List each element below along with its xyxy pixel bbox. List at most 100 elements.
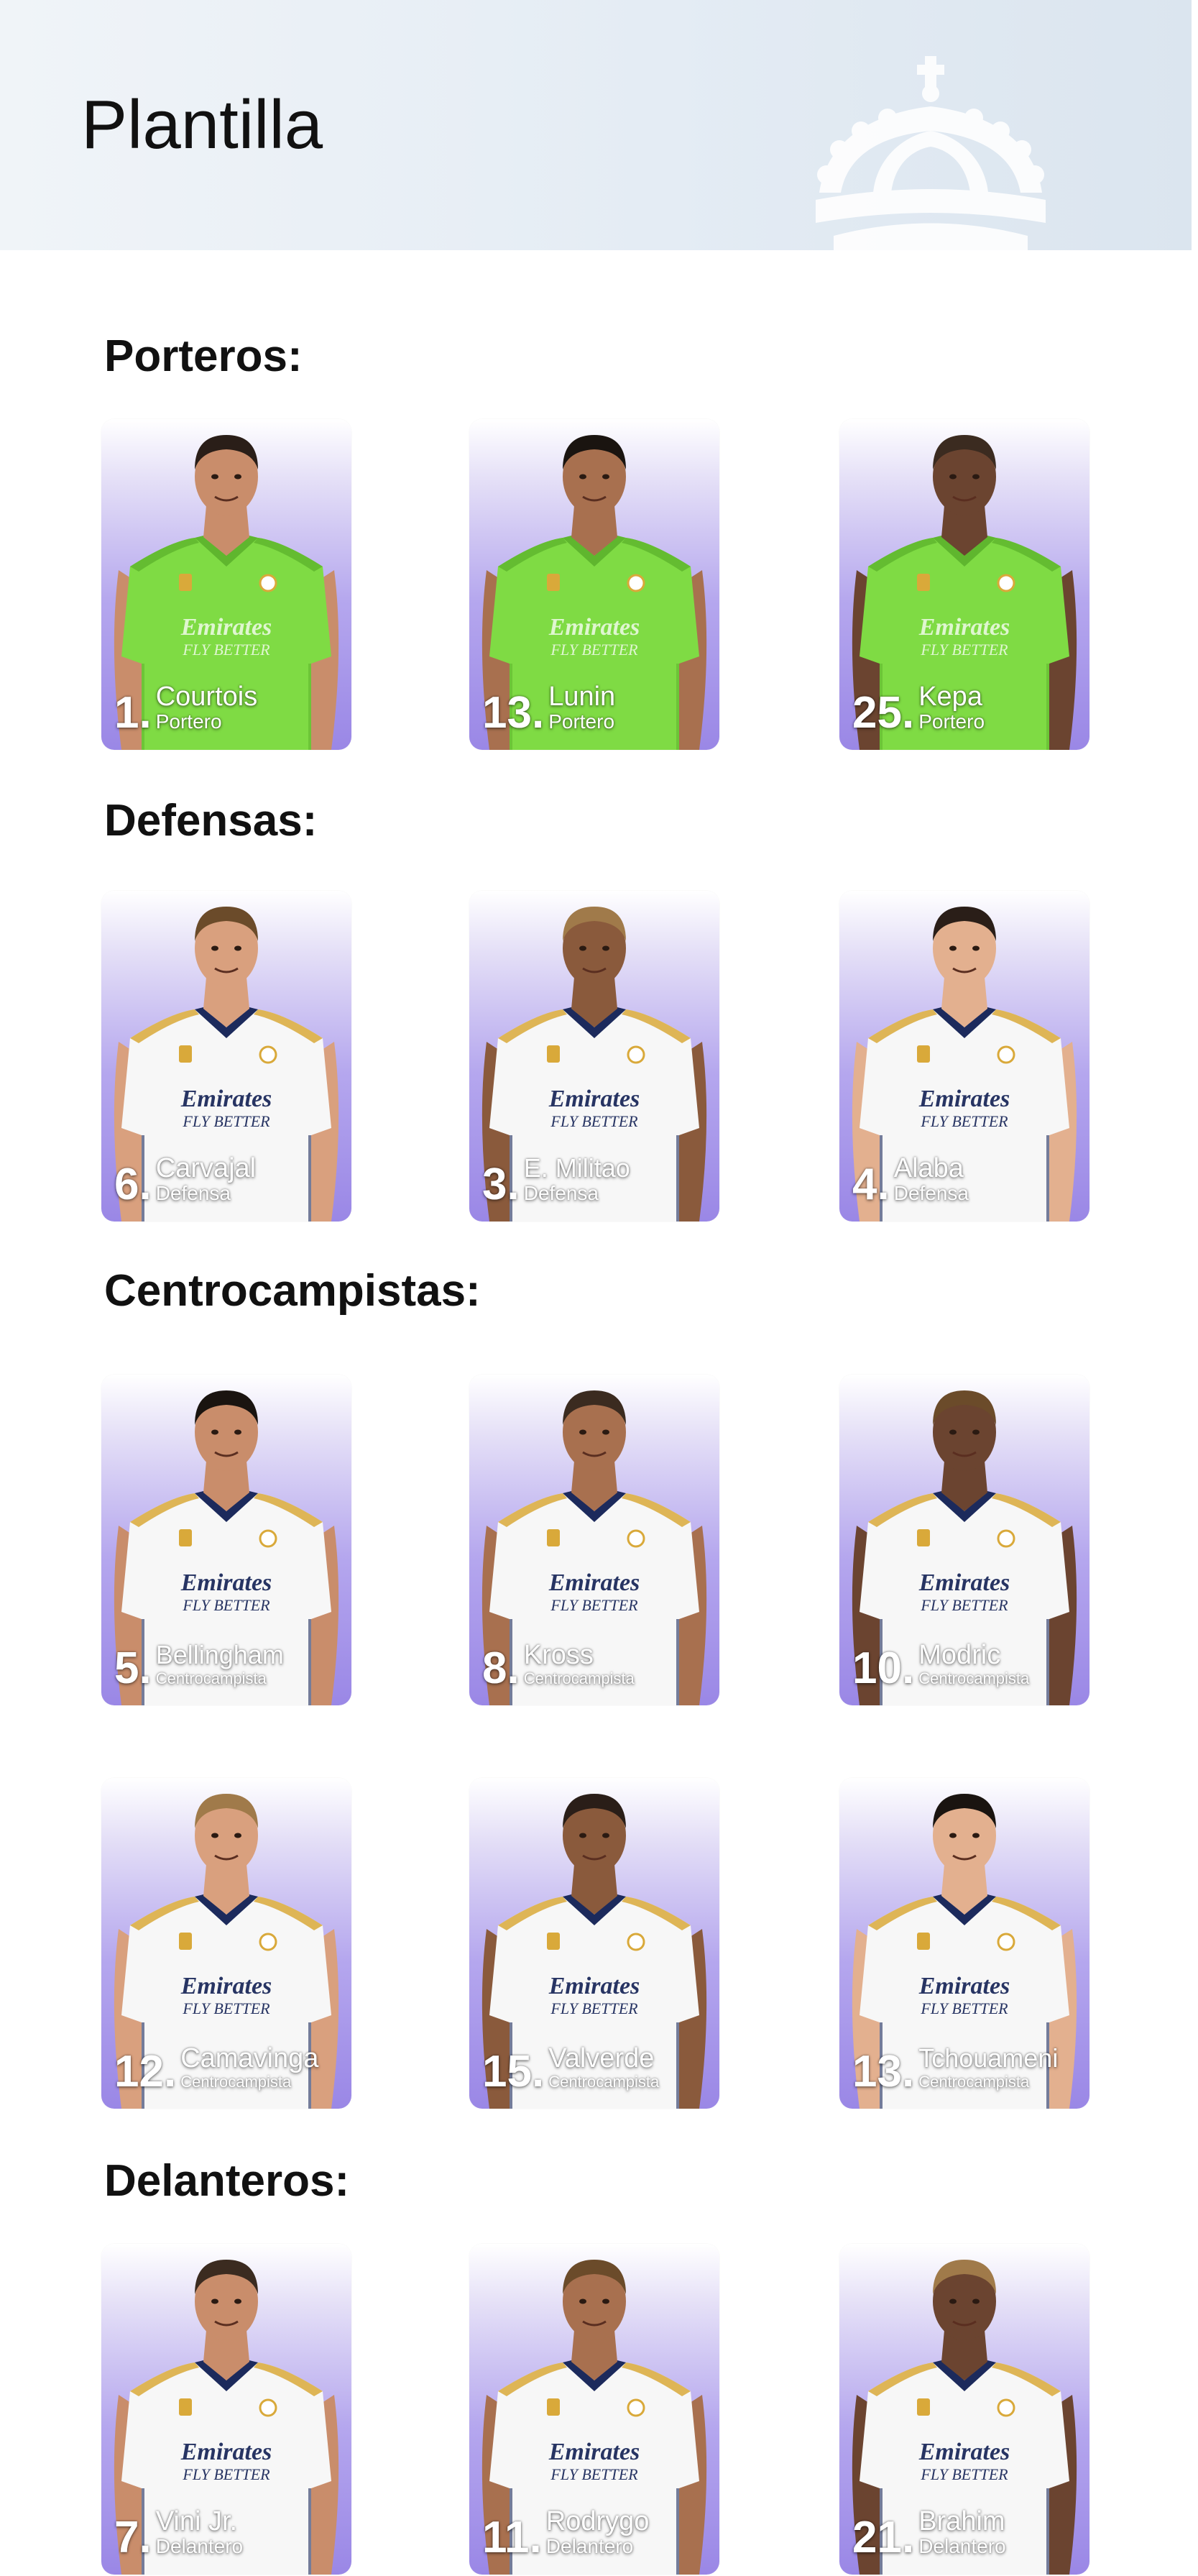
player-number: 25. xyxy=(852,688,915,738)
player-position: Centrocampista xyxy=(918,1669,1030,1687)
player-position: Delantero xyxy=(545,2535,634,2557)
player-number: 5. xyxy=(114,1644,152,1693)
player-position: Portero xyxy=(155,710,222,733)
player-caption: 1. Courtois Portero xyxy=(114,682,257,735)
player-name: Brahim xyxy=(918,2506,1005,2536)
player-card[interactable]: Emirates FLY BETTER 12. Camavinga Centro… xyxy=(101,1778,351,2109)
player-caption: 7. Vini Jr. Delantero xyxy=(114,2507,243,2560)
svg-text:FLY BETTER: FLY BETTER xyxy=(920,1112,1008,1130)
player-name-block: Courtois Portero xyxy=(156,682,258,735)
section-title: Centrocampistas: xyxy=(104,1266,481,1316)
player-name-block: Camavinga Centrocampista xyxy=(180,2044,318,2094)
header-banner: Plantilla xyxy=(0,0,1192,250)
svg-text:Emirates: Emirates xyxy=(548,1569,640,1596)
svg-text:Emirates: Emirates xyxy=(918,1973,1010,1999)
player-position: Defensa xyxy=(523,1182,599,1204)
player-number: 7. xyxy=(114,2513,152,2562)
player-number: 15. xyxy=(482,2047,545,2096)
svg-text:FLY BETTER: FLY BETTER xyxy=(920,1999,1008,2017)
player-name: Lunin xyxy=(548,682,616,712)
player-name: Rodrygo xyxy=(545,2506,650,2536)
player-position: Centrocampista xyxy=(155,1669,267,1687)
player-position: Delantero xyxy=(918,2535,1006,2557)
player-name-block: Kross Centrocampista xyxy=(524,1641,635,1691)
svg-text:Emirates: Emirates xyxy=(548,1973,640,1999)
real-madrid-crest-icon xyxy=(816,56,1046,250)
player-card[interactable]: Emirates FLY BETTER 1. Courtois Portero xyxy=(101,419,351,750)
player-name-block: Lunin Portero xyxy=(548,682,615,735)
player-card[interactable]: Emirates FLY BETTER 4. Alaba Defensa xyxy=(839,891,1089,1221)
svg-text:Emirates: Emirates xyxy=(918,1569,1010,1596)
player-name: Vini Jr. xyxy=(155,2506,238,2536)
svg-text:Emirates: Emirates xyxy=(180,2439,272,2465)
svg-text:FLY BETTER: FLY BETTER xyxy=(182,2465,270,2483)
player-caption: 6. Carvajal Defensa xyxy=(114,1154,256,1207)
player-card[interactable]: Emirates FLY BETTER 11. Rodrygo Delanter… xyxy=(469,2244,719,2575)
svg-text:FLY BETTER: FLY BETTER xyxy=(550,2465,638,2483)
player-caption: 4. Alaba Defensa xyxy=(852,1154,969,1207)
player-caption: 5. Bellingham Centrocampista xyxy=(114,1641,284,1691)
player-position: Portero xyxy=(918,710,985,733)
player-position: Centrocampista xyxy=(918,2073,1030,2091)
player-card[interactable]: Emirates FLY BETTER 6. Carvajal Defensa xyxy=(101,891,351,1221)
player-card[interactable]: Emirates FLY BETTER 13. Lunin Portero xyxy=(469,419,719,750)
svg-text:Emirates: Emirates xyxy=(180,1086,272,1112)
svg-text:FLY BETTER: FLY BETTER xyxy=(920,2465,1008,2483)
player-name: Tchouameni xyxy=(918,2043,1059,2073)
player-position: Centrocampista xyxy=(180,2073,292,2091)
player-name-block: Brahim Delantero xyxy=(918,2507,1005,2560)
player-position: Centrocampista xyxy=(548,2073,660,2091)
player-number: 4. xyxy=(852,1160,890,1209)
player-number: 11. xyxy=(482,2513,542,2562)
section-title: Delanteros: xyxy=(104,2156,350,2206)
player-name: Carvajal xyxy=(155,1153,257,1183)
player-card[interactable]: Emirates FLY BETTER 21. Brahim Delantero xyxy=(839,2244,1089,2575)
player-position: Centrocampista xyxy=(523,1669,635,1687)
player-caption: 12. Camavinga Centrocampista xyxy=(114,2044,318,2094)
player-name: Bellingham xyxy=(155,1640,284,1669)
player-name: E. Militao xyxy=(523,1153,630,1183)
player-name-block: Bellingham Centrocampista xyxy=(156,1641,284,1691)
svg-text:FLY BETTER: FLY BETTER xyxy=(182,1999,270,2017)
player-card[interactable]: Emirates FLY BETTER 10. Modric Centrocam… xyxy=(839,1375,1089,1705)
svg-text:Emirates: Emirates xyxy=(918,614,1010,641)
player-caption: 3. E. Militao Defensa xyxy=(482,1154,630,1207)
player-card[interactable]: Emirates FLY BETTER 25. Kepa Portero xyxy=(839,419,1089,750)
svg-text:FLY BETTER: FLY BETTER xyxy=(550,641,638,659)
player-card[interactable]: Emirates FLY BETTER 3. E. Militao Defens… xyxy=(469,891,719,1221)
player-name-block: Valverde Centrocampista xyxy=(548,2044,659,2094)
svg-text:FLY BETTER: FLY BETTER xyxy=(182,1596,270,1614)
player-card[interactable]: Emirates FLY BETTER 5. Bellingham Centro… xyxy=(101,1375,351,1705)
player-position: Defensa xyxy=(893,1182,969,1204)
section-title: Defensas: xyxy=(104,796,318,845)
player-number: 8. xyxy=(482,1644,520,1693)
svg-text:Emirates: Emirates xyxy=(548,614,640,641)
player-name: Camavinga xyxy=(180,2043,319,2073)
player-name: Kepa xyxy=(918,682,982,712)
player-name: Modric xyxy=(918,1640,1001,1670)
svg-text:FLY BETTER: FLY BETTER xyxy=(920,641,1008,659)
player-position: Delantero xyxy=(155,2535,244,2557)
player-number: 13. xyxy=(852,2047,915,2096)
page-title: Plantilla xyxy=(81,86,323,163)
player-number: 12. xyxy=(114,2047,177,2096)
player-card[interactable]: Emirates FLY BETTER 7. Vini Jr. Delanter… xyxy=(101,2244,351,2575)
player-card[interactable]: Emirates FLY BETTER 15. Valverde Centroc… xyxy=(469,1778,719,2109)
player-name-block: E. Militao Defensa xyxy=(524,1154,630,1207)
player-name-block: Alaba Defensa xyxy=(894,1154,969,1207)
player-caption: 10. Modric Centrocampista xyxy=(852,1641,1029,1691)
svg-text:FLY BETTER: FLY BETTER xyxy=(920,1596,1008,1614)
svg-text:Emirates: Emirates xyxy=(548,1086,640,1112)
player-caption: 13. Tchouameni Centrocampista xyxy=(852,2044,1058,2094)
player-card[interactable]: Emirates FLY BETTER 8. Kross Centrocampi… xyxy=(469,1375,719,1705)
player-number: 10. xyxy=(852,1644,915,1693)
svg-text:Emirates: Emirates xyxy=(180,614,272,641)
svg-text:FLY BETTER: FLY BETTER xyxy=(182,641,270,659)
player-name: Valverde xyxy=(548,2043,655,2073)
svg-text:FLY BETTER: FLY BETTER xyxy=(550,1112,638,1130)
player-card[interactable]: Emirates FLY BETTER 13. Tchouameni Centr… xyxy=(839,1778,1089,2109)
svg-text:Emirates: Emirates xyxy=(918,1086,1010,1112)
svg-text:Emirates: Emirates xyxy=(548,2439,640,2465)
player-name-block: Carvajal Defensa xyxy=(156,1154,256,1207)
section-title: Porteros: xyxy=(104,331,303,381)
